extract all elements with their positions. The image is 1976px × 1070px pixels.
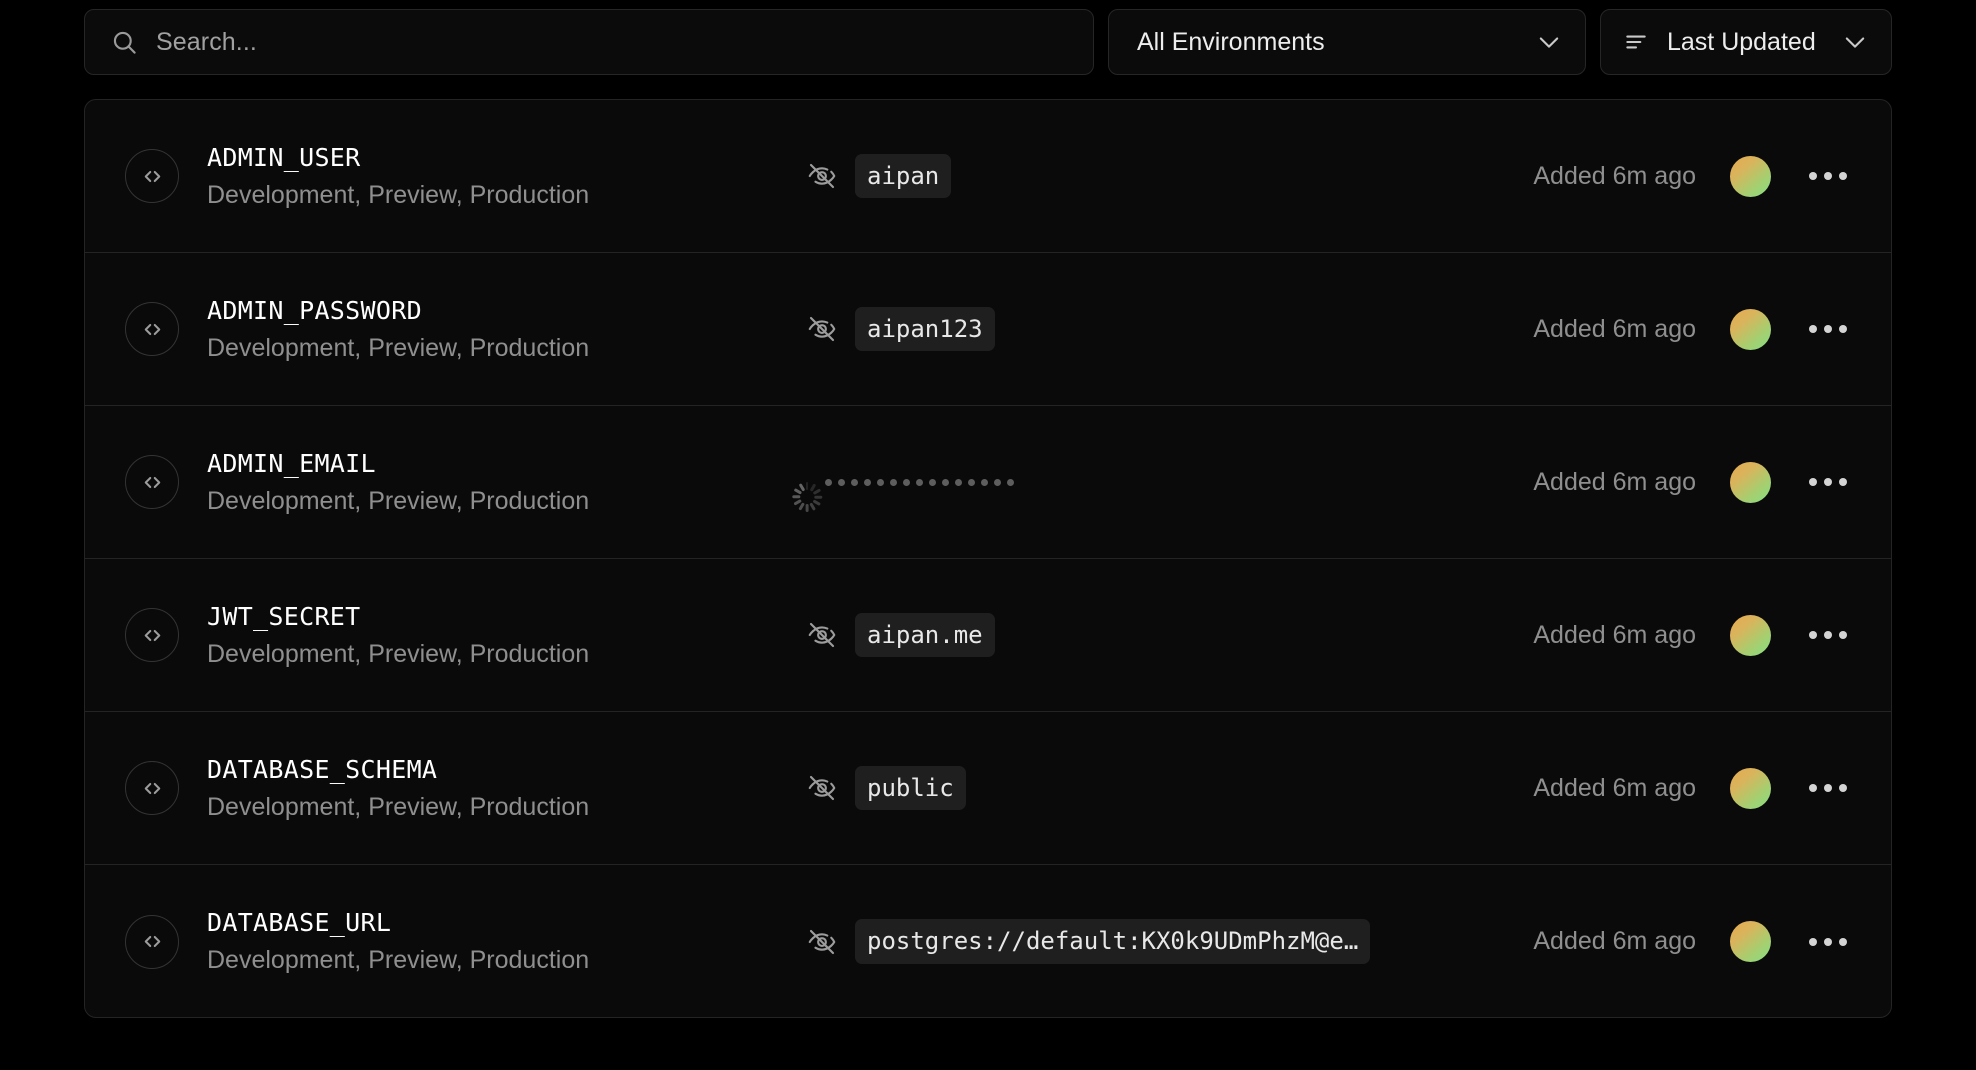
avatar	[1730, 767, 1771, 809]
row-value: aipan	[807, 153, 1533, 199]
eye-off-icon[interactable]	[807, 927, 837, 957]
row-info: ADMIN_USER Development, Preview, Product…	[207, 143, 807, 210]
row-info: DATABASE_SCHEMA Development, Preview, Pr…	[207, 755, 807, 822]
env-var-environments: Development, Preview, Production	[207, 946, 590, 974]
env-var-value[interactable]: postgres://default:KX0k9UDmPhzM@e…	[855, 919, 1371, 964]
more-horizontal-icon[interactable]	[1805, 621, 1851, 649]
added-timestamp: Added 6m ago	[1533, 314, 1696, 343]
more-horizontal-icon[interactable]	[1805, 315, 1851, 343]
more-horizontal-icon[interactable]	[1805, 468, 1851, 496]
env-var-key: ADMIN_PASSWORD	[207, 295, 422, 325]
avatar	[1730, 614, 1771, 656]
env-var-environments: Development, Preview, Production	[207, 333, 590, 362]
code-brackets-icon	[125, 608, 179, 662]
env-var-key: ADMIN_EMAIL	[207, 448, 376, 478]
chevron-down-icon	[1841, 28, 1869, 56]
avatar	[1730, 155, 1771, 197]
row-value: aipan123	[807, 306, 1533, 352]
code-brackets-icon	[125, 761, 179, 815]
row-value	[792, 478, 1533, 512]
row-value: postgres://default:KX0k9UDmPhzM@e…	[807, 919, 1533, 964]
env-var-key: DATABASE_URL	[207, 908, 392, 937]
row-value: public	[807, 765, 1533, 811]
added-timestamp: Added 6m ago	[1533, 620, 1696, 649]
row-meta: Added 6m ago	[1533, 461, 1851, 503]
more-horizontal-icon[interactable]	[1805, 162, 1851, 190]
env-var-value[interactable]: aipan123	[855, 306, 995, 352]
table-row-jwt_secret[interactable]: JWT_SECRET Development, Preview, Product…	[85, 559, 1891, 712]
environment-filter-label: All Environments	[1137, 27, 1325, 56]
row-meta: Added 6m ago	[1533, 767, 1851, 809]
added-timestamp: Added 6m ago	[1533, 467, 1696, 496]
avatar	[1730, 308, 1771, 350]
env-var-environments: Development, Preview, Production	[207, 792, 590, 821]
env-var-value[interactable]: public	[855, 765, 966, 811]
row-info: ADMIN_PASSWORD Development, Preview, Pro…	[207, 296, 807, 363]
env-var-key: ADMIN_USER	[207, 142, 361, 172]
row-meta: Added 6m ago	[1533, 921, 1851, 962]
sort-select[interactable]: Last Updated	[1600, 9, 1892, 75]
chevron-down-icon	[1535, 28, 1563, 56]
masked-value-dots	[825, 478, 1014, 486]
environment-filter-select[interactable]: All Environments	[1108, 9, 1586, 75]
toolbar: Search... All Environments Last Updated	[84, 0, 1892, 84]
table-row-database_url[interactable]: DATABASE_URL Development, Preview, Produ…	[85, 865, 1891, 1017]
added-timestamp: Added 6m ago	[1533, 927, 1696, 955]
table-row-database_schema[interactable]: DATABASE_SCHEMA Development, Preview, Pr…	[85, 712, 1891, 865]
table-row-admin_user[interactable]: ADMIN_USER Development, Preview, Product…	[85, 100, 1891, 253]
row-value: aipan.me	[807, 612, 1533, 658]
env-var-value[interactable]: aipan	[855, 153, 952, 199]
table-row-admin_password[interactable]: ADMIN_PASSWORD Development, Preview, Pro…	[85, 253, 1891, 406]
row-meta: Added 6m ago	[1533, 614, 1851, 656]
env-var-environments: Development, Preview, Production	[207, 639, 590, 668]
more-horizontal-icon[interactable]	[1805, 774, 1851, 802]
search-placeholder: Search...	[156, 27, 257, 56]
env-var-key: DATABASE_SCHEMA	[207, 754, 438, 784]
row-meta: Added 6m ago	[1533, 155, 1851, 197]
avatar	[1730, 921, 1771, 962]
code-brackets-icon	[125, 149, 179, 203]
sort-select-label: Last Updated	[1667, 27, 1816, 56]
row-info: JWT_SECRET Development, Preview, Product…	[207, 602, 807, 669]
search-icon	[111, 29, 138, 56]
more-horizontal-icon[interactable]	[1805, 928, 1851, 956]
env-var-environments: Development, Preview, Production	[207, 486, 590, 515]
code-brackets-icon	[125, 455, 179, 509]
code-brackets-icon	[125, 302, 179, 356]
search-input[interactable]: Search...	[84, 9, 1094, 75]
row-info: ADMIN_EMAIL Development, Preview, Produc…	[207, 449, 807, 516]
avatar	[1730, 461, 1771, 503]
sort-lines-icon	[1623, 29, 1649, 55]
table-row-admin_email[interactable]: ADMIN_EMAIL Development, Preview, Produc…	[85, 406, 1891, 559]
env-variables-list: ADMIN_USER Development, Preview, Product…	[84, 99, 1892, 1018]
env-var-environments: Development, Preview, Production	[207, 180, 590, 209]
eye-off-icon[interactable]	[807, 314, 837, 344]
sort-select-content: Last Updated	[1623, 28, 1816, 57]
env-var-key: JWT_SECRET	[207, 601, 361, 631]
code-brackets-icon	[125, 914, 179, 969]
env-var-value[interactable]: aipan.me	[855, 612, 995, 658]
added-timestamp: Added 6m ago	[1533, 161, 1696, 190]
eye-off-icon[interactable]	[807, 620, 837, 650]
eye-off-icon[interactable]	[807, 161, 837, 191]
added-timestamp: Added 6m ago	[1533, 773, 1696, 802]
row-meta: Added 6m ago	[1533, 308, 1851, 350]
eye-off-icon[interactable]	[807, 773, 837, 803]
row-info: DATABASE_URL Development, Preview, Produ…	[207, 908, 807, 975]
env-variables-page: Search... All Environments Last Updated …	[0, 0, 1976, 1070]
